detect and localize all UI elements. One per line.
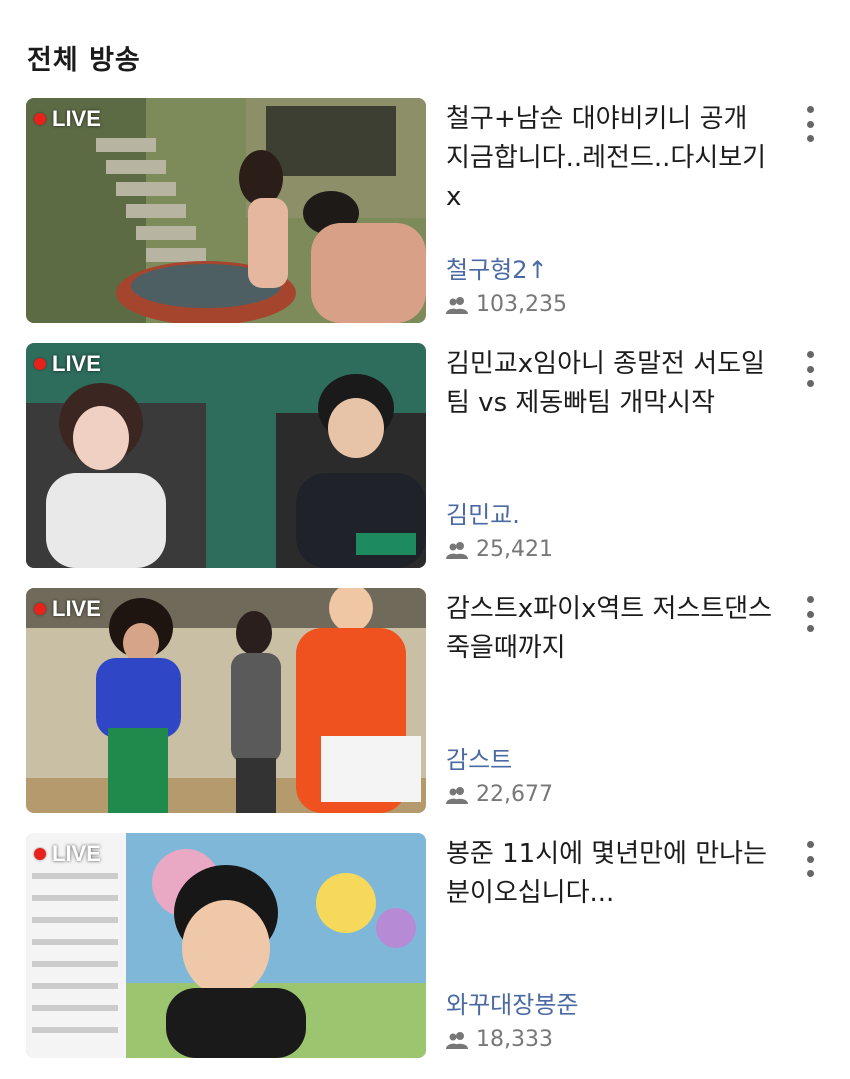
viewers-icon [446,786,468,804]
channel-name[interactable]: 철구형2↑ [446,250,548,285]
broadcast-item[interactable]: LIVE 김민교x임아니 종말전 서도일팀 vs 제동빠팀 개막시작 김민교. … [0,343,850,573]
view-count-value: 22,677 [476,782,553,807]
more-vertical-icon[interactable] [800,351,820,387]
live-badge: LIVE [34,351,101,377]
view-count-value: 103,235 [476,292,567,317]
channel-name[interactable]: 김민교. [446,495,520,530]
broadcast-item[interactable]: LIVE 감스트x파이x역트 저스트댄스 죽을때까지 감스트 22,677 [0,588,850,818]
broadcast-thumbnail[interactable]: LIVE [26,588,426,813]
live-label: LIVE [52,351,101,376]
more-vertical-icon[interactable] [800,106,820,142]
view-count: 103,235 [446,292,567,317]
broadcast-thumbnail[interactable]: LIVE [26,833,426,1058]
live-label: LIVE [52,841,101,866]
view-count: 25,421 [446,537,553,562]
more-vertical-icon[interactable] [800,841,820,877]
live-badge: LIVE [34,596,101,622]
broadcast-thumbnail[interactable]: LIVE [26,98,426,323]
live-dot-icon [34,848,46,860]
view-count: 18,333 [446,1027,553,1052]
live-dot-icon [34,603,46,615]
broadcast-title[interactable]: 김민교x임아니 종말전 서도일팀 vs 제동빠팀 개막시작 [446,345,776,423]
more-vertical-icon[interactable] [800,596,820,632]
broadcast-title[interactable]: 봉준 11시에 몇년만에 만나는 분이오십니다... [446,835,776,913]
live-label: LIVE [52,106,101,131]
broadcast-title[interactable]: 감스트x파이x역트 저스트댄스 죽을때까지 [446,590,776,668]
channel-name[interactable]: 와꾸대장봉준 [446,985,578,1020]
broadcast-item[interactable]: LIVE 봉준 11시에 몇년만에 만나는 분이오십니다... 와꾸대장봉준 1… [0,833,850,1063]
viewers-icon [446,296,468,314]
viewers-icon [446,541,468,559]
section-title: 전체 방송 [27,45,141,76]
live-dot-icon [34,358,46,370]
broadcast-thumbnail[interactable]: LIVE [26,343,426,568]
live-badge: LIVE [34,106,101,132]
view-count: 22,677 [446,782,553,807]
channel-name[interactable]: 감스트 [446,740,512,775]
live-label: LIVE [52,596,101,621]
live-dot-icon [34,113,46,125]
broadcast-title[interactable]: 철구+남순 대야비키니 공개 지금합니다..레전드..다시보기x [446,100,776,217]
viewers-icon [446,1031,468,1049]
broadcast-item[interactable]: LIVE 철구+남순 대야비키니 공개 지금합니다..레전드..다시보기x 철구… [0,98,850,328]
view-count-value: 25,421 [476,537,553,562]
live-badge: LIVE [34,841,101,867]
view-count-value: 18,333 [476,1027,553,1052]
